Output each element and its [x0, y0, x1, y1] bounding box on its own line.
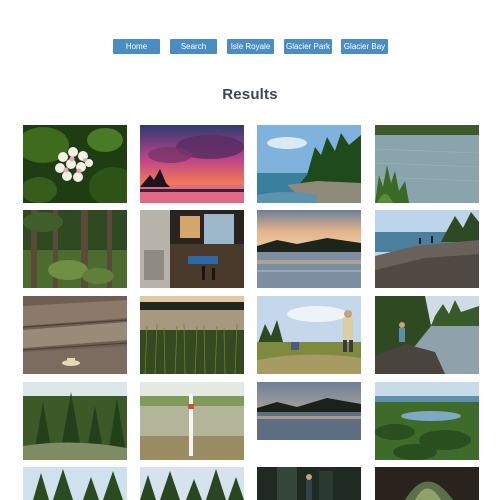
top-navigation: Home Search Isle Royale Glacier Park Gla…	[0, 39, 500, 55]
photo-thumbnail-lake-plants[interactable]	[375, 125, 479, 203]
photo-thumbnail-hikers-meadow[interactable]	[257, 296, 361, 374]
photo-thumbnail-shore-hiker[interactable]	[375, 296, 479, 374]
photo-thumbnail-sunset-sky[interactable]	[140, 125, 244, 203]
nav-isle-royale-button[interactable]: Isle Royale	[227, 39, 274, 54]
photo-thumbnail-cave-opening[interactable]	[375, 467, 479, 500]
nav-glacier-bay-button[interactable]: Glacier Bay	[341, 39, 388, 54]
photo-thumbnail-shoreline-rocks[interactable]	[375, 210, 479, 288]
results-heading: Results	[222, 86, 278, 103]
photo-thumbnail-evergreen-forest[interactable]	[23, 382, 127, 460]
nav-search-button[interactable]: Search	[170, 39, 217, 54]
photo-thumbnail-dark-trail[interactable]	[257, 467, 361, 500]
photo-thumbnail-treetops[interactable]	[23, 467, 127, 500]
photo-thumbnail-pine-ridge[interactable]	[140, 467, 244, 500]
nav-glacier-park-button[interactable]: Glacier Park	[284, 39, 332, 54]
photo-thumbnail-flower[interactable]	[23, 125, 127, 203]
photo-thumbnail-rock-ledge[interactable]	[23, 296, 127, 374]
photo-thumbnail-marsh-reeds[interactable]	[140, 296, 244, 374]
photo-thumbnail-forest-lake-aerial[interactable]	[375, 382, 479, 460]
photo-thumbnail-dusk-lake[interactable]	[257, 382, 361, 440]
photo-thumbnail-reflection-pole[interactable]	[140, 382, 244, 460]
nav-home-button[interactable]: Home	[113, 39, 160, 54]
photo-thumbnail-rocky-shore[interactable]	[257, 125, 361, 203]
photo-thumbnail-lake-sunset[interactable]	[257, 210, 361, 288]
photo-thumbnail-forest-trunks[interactable]	[23, 210, 127, 288]
photo-thumbnail-lodge-interior[interactable]	[140, 210, 244, 288]
